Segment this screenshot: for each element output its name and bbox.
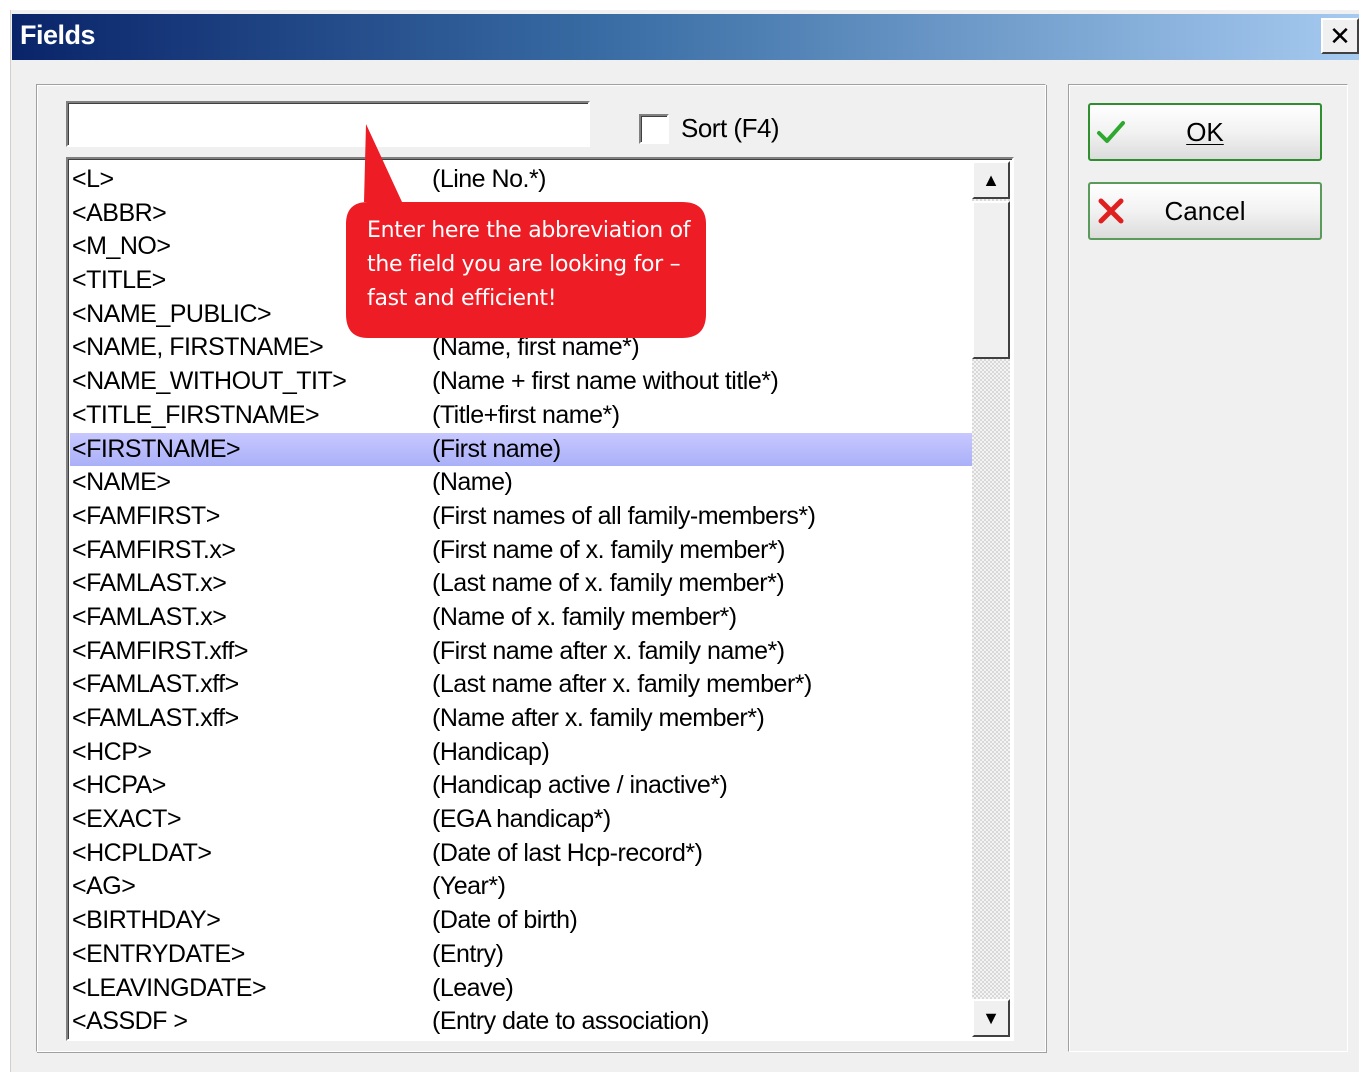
list-item[interactable]: <LEAVINGDATE> (Leave)	[70, 972, 974, 1006]
list-item[interactable]: <NAME_WITHOUT_TIT> (Name + first name wit…	[70, 365, 974, 399]
list-item[interactable]: <FAMFIRST> (First names of all family-mem…	[70, 500, 974, 534]
field-code: <NAME>	[72, 468, 171, 497]
ok-label: OK	[1186, 116, 1224, 147]
field-description: (Leave)	[432, 973, 514, 1002]
field-code: <NAME, FIRSTNAME>	[72, 333, 324, 362]
field-description: (Name after x. family member*)	[432, 704, 765, 732]
field-code: <HCPA>	[72, 771, 166, 800]
ok-button[interactable]: OK	[1088, 103, 1322, 161]
field-description: (Entry)	[432, 939, 504, 968]
field-description: (Entry date to association)	[432, 1007, 709, 1036]
list-item[interactable]: <FAMFIRST.xff> (First name after x. famil…	[70, 635, 974, 669]
list-item[interactable]: <FAMLAST.x> (Name of x. family member*)	[70, 601, 974, 635]
field-description: (Handicap)	[432, 737, 550, 766]
field-description: (First name)	[432, 434, 561, 463]
field-code: <NAME_WITHOUT_TIT>	[72, 367, 347, 396]
field-code: <FAMLAST.xff>	[72, 704, 239, 732]
field-code: <ABBR>	[72, 198, 167, 227]
field-description: (Last name of x. family member*)	[432, 569, 785, 598]
close-button[interactable]: ✕	[1321, 18, 1359, 54]
field-description: (Date of birth)	[432, 906, 578, 935]
field-description: (Year*)	[432, 872, 506, 901]
field-description: (EGA handicap*)	[432, 805, 611, 834]
list-item[interactable]: <NAME> (Name)	[70, 466, 974, 500]
list-item[interactable]: <FAMLAST.xff> (Name after x. family membe…	[70, 702, 974, 736]
field-description: (Title+first name*)	[432, 400, 620, 429]
field-code: <L>	[72, 165, 114, 193]
list-item[interactable]: <HCPA> (Handicap active / inactive*)	[70, 769, 974, 803]
field-description: (First names of all family-members*)	[432, 501, 816, 530]
field-description: (Name of x. family member*)	[432, 602, 737, 631]
list-item[interactable]: <FAMLAST.x> (Last name of x. family membe…	[70, 567, 974, 601]
cancel-button[interactable]: Cancel	[1088, 182, 1322, 240]
field-code: <FIRSTNAME>	[72, 434, 241, 463]
field-code: <EXACT>	[72, 805, 182, 834]
list-item[interactable]: <HCP> (Handicap)	[70, 736, 974, 770]
list-item[interactable]: <BIRTHDAY> (Date of birth)	[70, 904, 974, 938]
field-code: <BIRTHDAY>	[72, 906, 221, 935]
arrow-down-icon: ▼	[982, 1007, 1000, 1028]
window-title: Fields	[20, 20, 96, 50]
field-code: <ENTRYDATE>	[72, 939, 245, 968]
field-code: <LEAVINGDATE>	[72, 973, 267, 1002]
list-item[interactable]: <AG> (Year*)	[70, 870, 974, 904]
field-code: <AG>	[72, 872, 136, 901]
list-item[interactable]: <EXACT> (EGA handicap*)	[70, 803, 974, 837]
field-description: (Handicap active / inactive*)	[432, 771, 728, 800]
field-code: <NAME_PUBLIC>	[72, 299, 272, 328]
list-item[interactable]: <HCPLDAT> (Date of last Hcp-record*)	[70, 837, 974, 871]
title-bar: Fields ✕	[12, 14, 1359, 60]
scroll-up-button[interactable]: ▲	[972, 161, 1010, 199]
close-icon: ✕	[1329, 20, 1351, 51]
arrow-up-icon: ▲	[982, 169, 1000, 190]
field-code: <FAMLAST.x>	[72, 569, 227, 598]
field-description: (First name after x. family name*)	[432, 636, 785, 665]
vertical-scrollbar[interactable]: ▲ ▼	[972, 161, 1010, 1037]
cancel-label: Cancel	[1164, 195, 1246, 226]
field-description: (Last name after x. family member*)	[432, 670, 812, 699]
field-code: <FAMFIRST>	[72, 501, 220, 530]
field-code: <ASSDF >	[72, 1007, 188, 1036]
list-item[interactable]: <ASSDF > (Entry date to association)	[70, 1005, 974, 1039]
field-code: <FAMFIRST.xff>	[72, 636, 248, 665]
field-description: (Name + first name without title*)	[432, 367, 779, 396]
list-item[interactable]: <FAMFIRST.x> (First name of x. family mem…	[70, 534, 974, 568]
checkmark-icon	[1097, 121, 1125, 143]
field-code: <HCP>	[72, 737, 152, 766]
list-item[interactable]: <TITLE_FIRSTNAME> (Title+first name*)	[70, 399, 974, 433]
field-code: <TITLE>	[72, 266, 166, 295]
callout-text: Enter here the abbreviation of the field…	[367, 218, 691, 311]
field-description: (First name of x. family member*)	[432, 535, 786, 564]
scrollbar-thumb[interactable]	[972, 201, 1010, 359]
list-item[interactable]: <FIRSTNAME> (First name)	[70, 432, 974, 467]
field-code: <M_NO>	[72, 232, 171, 261]
list-item[interactable]: <ENTRYDATE> (Entry)	[70, 938, 974, 972]
x-icon	[1098, 198, 1124, 224]
field-code: <TITLE_FIRSTNAME>	[72, 400, 320, 429]
field-code: <FAMLAST.x>	[72, 602, 227, 631]
field-code: <HCPLDAT>	[72, 838, 212, 867]
list-item[interactable]: <FAMLAST.xff> (Last name after x. family …	[70, 668, 974, 702]
scroll-down-button[interactable]: ▼	[972, 999, 1010, 1037]
field-description: (Date of last Hcp-record*)	[432, 838, 703, 867]
field-code: <FAMFIRST.x>	[72, 535, 236, 564]
field-code: <FAMLAST.xff>	[72, 670, 239, 699]
field-description: (Name)	[432, 468, 513, 497]
